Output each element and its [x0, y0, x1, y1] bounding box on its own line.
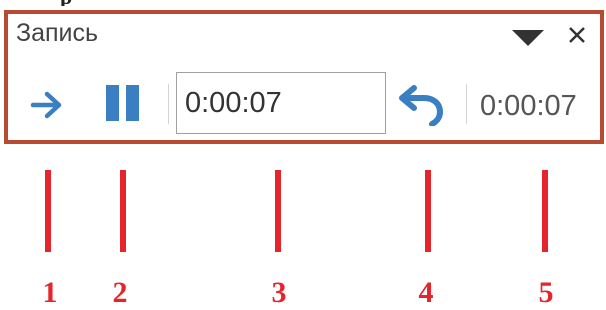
- marker-number-5: 5: [538, 276, 554, 309]
- marker-number-2: 2: [112, 276, 128, 309]
- marker-number-1: 1: [42, 276, 58, 309]
- arrow-right-icon[interactable]: [30, 90, 64, 120]
- total-time-readout: 0:00:07: [480, 90, 577, 122]
- marker-number-3: 3: [271, 276, 287, 309]
- toolbar-separator: [168, 84, 169, 124]
- toolbar-separator: [466, 84, 467, 124]
- marker-line-4: [425, 170, 431, 252]
- panel-title: Запись: [16, 19, 99, 47]
- marker-line-1: [45, 170, 51, 252]
- marker-line-2: [120, 170, 126, 252]
- pause-icon[interactable]: [104, 84, 142, 122]
- chevron-down-icon[interactable]: [512, 30, 544, 46]
- marker-number-4: 4: [418, 276, 434, 309]
- cropped-caption: р: [60, 0, 500, 6]
- marker-line-3: [275, 170, 281, 252]
- position-time-field[interactable]: [176, 72, 386, 134]
- undo-icon[interactable]: [398, 82, 444, 126]
- close-icon[interactable]: [566, 24, 588, 46]
- caption-fragment: р: [60, 0, 500, 6]
- marker-line-5: [542, 170, 548, 252]
